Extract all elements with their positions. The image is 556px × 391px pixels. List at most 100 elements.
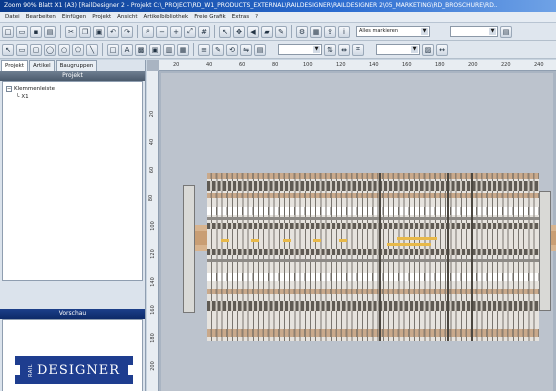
terminal-strip[interactable]: [207, 173, 539, 341]
properties-icon[interactable]: ▤: [500, 25, 512, 38]
rectangle-icon[interactable]: ▭: [16, 43, 28, 56]
new-icon[interactable]: □: [2, 25, 14, 38]
window-title: Zoom 90% Blatt X1 (A3) [RailDesigner 2 -…: [0, 0, 556, 12]
circle-icon[interactable]: ○: [58, 43, 70, 56]
info-icon[interactable]: i: [338, 25, 350, 38]
drawing-sheet[interactable]: [161, 73, 556, 391]
terminal-bridge-row: [207, 217, 539, 220]
ruler-tick: 160: [402, 62, 412, 68]
ellipse-icon[interactable]: ◯: [44, 43, 56, 56]
font-dropdown[interactable]: ▼: [376, 44, 420, 55]
ruler-tick: 140: [149, 277, 156, 287]
menu-datei[interactable]: Datei: [2, 12, 23, 22]
zoom-in-icon[interactable]: +: [170, 25, 182, 38]
measure-icon[interactable]: ↔: [436, 43, 448, 56]
image-icon[interactable]: ▥: [163, 43, 175, 56]
menu-freie-grafik[interactable]: Freie Grafik: [191, 12, 229, 22]
menu-ansicht[interactable]: Ansicht: [114, 12, 140, 22]
jumper-marker: [339, 239, 347, 242]
toolbar-separator: [214, 25, 215, 38]
paste-icon[interactable]: ▣: [93, 25, 105, 38]
print-icon[interactable]: ▤: [44, 25, 56, 38]
export-icon[interactable]: ⇪: [324, 25, 336, 38]
rotate-icon[interactable]: ⟲: [226, 43, 238, 56]
line-width-dropdown[interactable]: ▼: [278, 44, 322, 55]
ruler-tick: 80: [148, 194, 155, 202]
selection-dropdown[interactable]: Alles markieren ▼: [356, 26, 430, 37]
tree-node-child[interactable]: └ X1: [6, 93, 139, 101]
tree-node-label: X1: [21, 94, 29, 100]
mirror-icon[interactable]: ⇋: [240, 43, 252, 56]
group-icon[interactable]: ▦: [177, 43, 189, 56]
open-icon[interactable]: ▭: [16, 25, 28, 38]
zoom-icon[interactable]: ⌕: [142, 25, 154, 38]
snap-icon[interactable]: ⌗: [352, 43, 364, 56]
arrow-left-icon[interactable]: ◀: [247, 25, 259, 38]
tab-baugruppen[interactable]: Baugruppen: [55, 60, 98, 71]
pointer-icon[interactable]: ↖: [2, 43, 14, 56]
cut-icon[interactable]: ✂: [65, 25, 77, 38]
menu-projekt[interactable]: Projekt: [89, 12, 114, 22]
tab-projekt[interactable]: Projekt: [1, 60, 28, 71]
text-icon[interactable]: A: [121, 43, 133, 56]
ruler-tick: 160: [149, 305, 156, 315]
toolbar-separator: [60, 25, 61, 38]
drawing-toolbar: ↖ ▭ ▢ ◯ ○ ⬠ ╲ □ A ▩ ▣ ▥ ▦ ≡ ✎ ⟲ ⇋ ▤ ▼ ⇅ …: [0, 41, 556, 59]
align-icon[interactable]: ≡: [198, 43, 210, 56]
menu-extras[interactable]: Extras: [229, 12, 252, 22]
arrange-icon[interactable]: ⇅: [324, 43, 336, 56]
end-bracket-left[interactable]: [183, 185, 195, 313]
terminal-spring-row-top: [207, 193, 539, 198]
menu-artikelbibliothek[interactable]: Artikelbibliothek: [140, 12, 191, 22]
undo-icon[interactable]: ↶: [107, 25, 119, 38]
project-panel-header: Projekt: [0, 71, 145, 81]
ruler-tick: 100: [303, 62, 313, 68]
layer-icon[interactable]: ▤: [254, 43, 266, 56]
ruler-vertical: 20 40 60 80 100 120 140 160 180 200: [147, 71, 159, 391]
distribute-icon[interactable]: ⇹: [338, 43, 350, 56]
left-pane: Projekt Artikel Baugruppen Projekt − Kle…: [0, 60, 146, 391]
move-icon[interactable]: ✥: [233, 25, 245, 38]
left-pane-tabs: Projekt Artikel Baugruppen: [0, 60, 145, 71]
zoom-out-icon[interactable]: −: [156, 25, 168, 38]
ruler-tick: 60: [149, 166, 156, 174]
ruler-tick: 20: [149, 110, 156, 118]
save-icon[interactable]: ▪: [30, 25, 42, 38]
collapse-icon[interactable]: −: [6, 86, 12, 92]
chevron-down-icon: ▼: [489, 28, 496, 35]
menu-einfuegen[interactable]: Einfügen: [59, 12, 89, 22]
ruler-tick: 200: [149, 361, 156, 371]
menu-bearbeiten[interactable]: Bearbeiten: [23, 12, 59, 22]
rounded-rectangle-icon[interactable]: ▢: [30, 43, 42, 56]
ruler-tick: 40: [149, 138, 156, 146]
settings-icon[interactable]: ⚙: [296, 25, 308, 38]
drawing-area[interactable]: 20 40 60 80 100 120 140 160 180 200 220 …: [147, 60, 556, 391]
raildesigner-logo: RAIL DESIGNER: [14, 356, 134, 384]
copy-icon[interactable]: ❐: [79, 25, 91, 38]
tab-artikel[interactable]: Artikel: [28, 60, 55, 71]
color-icon[interactable]: ✎: [212, 43, 224, 56]
fit-icon[interactable]: ⤢: [184, 25, 196, 38]
redo-icon[interactable]: ↷: [121, 25, 133, 38]
polygon-icon[interactable]: ⬠: [72, 43, 84, 56]
line-icon[interactable]: ╲: [86, 43, 98, 56]
pencil-icon[interactable]: ✎: [275, 25, 287, 38]
cursor-icon[interactable]: ↖: [219, 25, 231, 38]
end-bracket-right[interactable]: [539, 191, 551, 311]
fill-icon[interactable]: ▩: [135, 43, 147, 56]
hatch-icon[interactable]: ▨: [422, 43, 434, 56]
toolbar-separator: [137, 25, 138, 38]
square-icon[interactable]: □: [107, 43, 119, 56]
layer-dropdown[interactable]: ▼: [450, 26, 498, 37]
ruler-tick: 180: [149, 333, 156, 343]
logo-rail-text: RAIL: [28, 363, 34, 377]
jumper-marker: [283, 239, 291, 242]
terminal-top-cap: [207, 173, 539, 179]
frame-icon[interactable]: ▣: [149, 43, 161, 56]
folder-icon[interactable]: ▰: [261, 25, 273, 38]
library-icon[interactable]: ▦: [310, 25, 322, 38]
grid-icon[interactable]: #: [198, 25, 210, 38]
chevron-down-icon: ▼: [313, 46, 320, 53]
menu-help[interactable]: ?: [252, 12, 261, 22]
tree-node-root[interactable]: − Klemmenleiste: [6, 85, 139, 93]
